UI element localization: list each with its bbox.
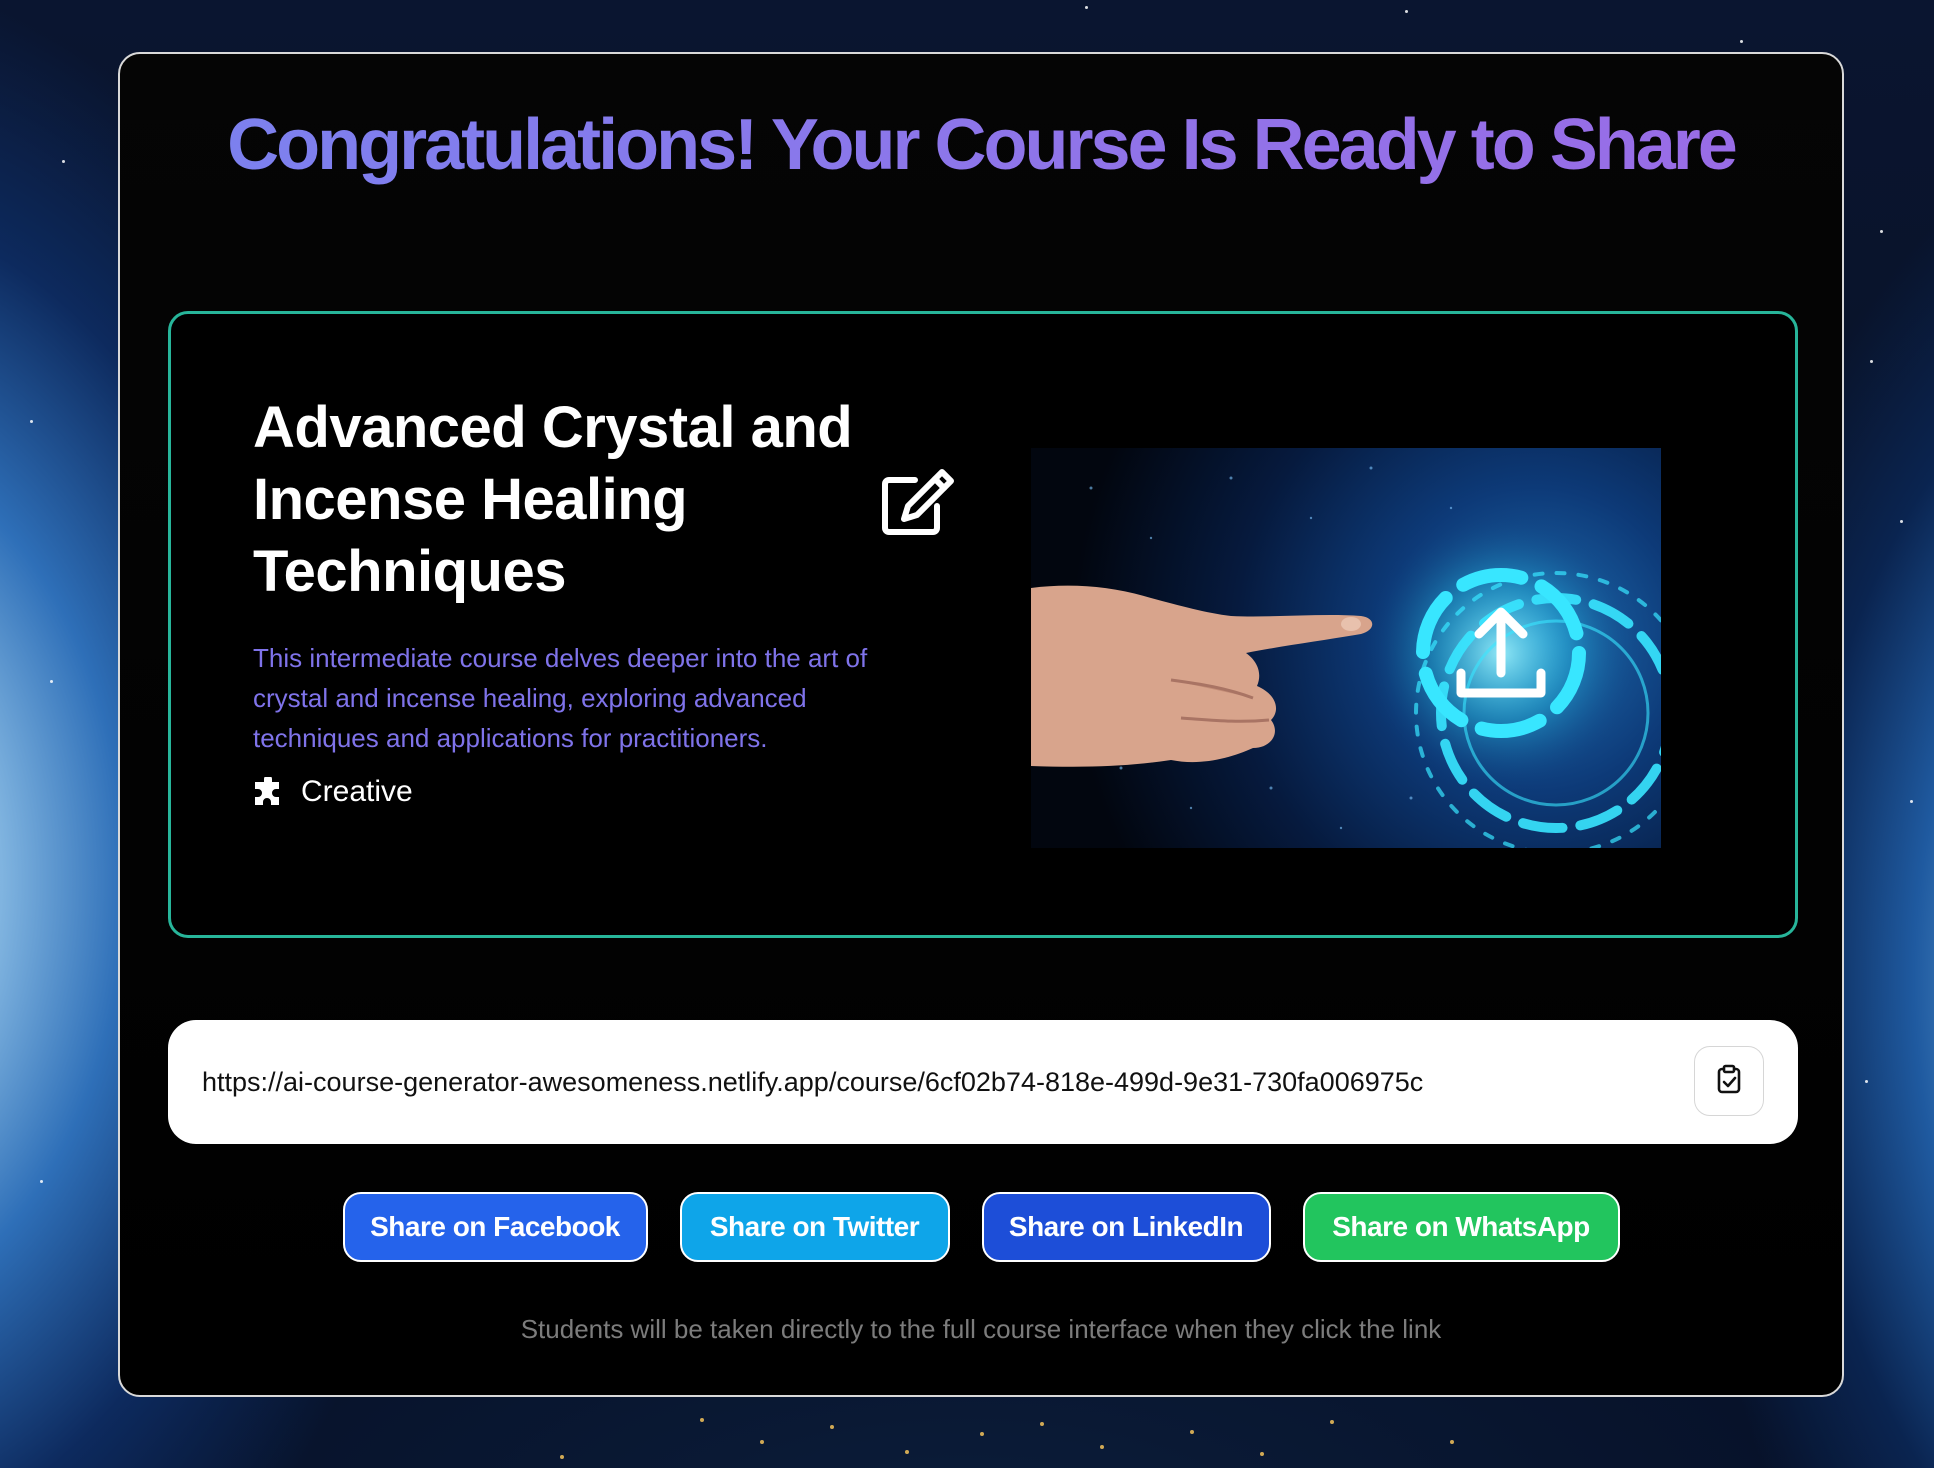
course-category: Creative	[253, 772, 413, 812]
course-thumbnail	[1031, 448, 1661, 848]
share-link-url[interactable]: https://ai-course-generator-awesomeness.…	[202, 1020, 1423, 1144]
puzzle-icon	[253, 775, 283, 807]
copy-link-button[interactable]	[1694, 1046, 1764, 1116]
course-card: Advanced Crystal and Incense Healing Tec…	[168, 311, 1798, 938]
clipboard-check-icon	[1714, 1064, 1744, 1099]
share-link-field[interactable]: https://ai-course-generator-awesomeness.…	[168, 1020, 1798, 1144]
category-label: Creative	[301, 775, 413, 808]
share-linkedin-button[interactable]: Share on LinkedIn	[981, 1192, 1271, 1262]
share-footnote: Students will be taken directly to the f…	[520, 1314, 1442, 1344]
course-description: This intermediate course delves deeper i…	[253, 643, 868, 753]
share-twitter-button[interactable]: Share on Twitter	[679, 1192, 950, 1262]
page-title: Congratulations! Your Course Is Ready to…	[120, 104, 1842, 186]
share-facebook-button[interactable]: Share on Facebook	[342, 1192, 648, 1262]
share-buttons: Share on Facebook Share on Twitter Share…	[120, 1192, 1842, 1262]
course-title: Advanced Crystal and Incense Healing Tec…	[253, 395, 853, 604]
share-course-modal: Congratulations! Your Course Is Ready to…	[118, 52, 1844, 1397]
edit-icon[interactable]	[879, 466, 957, 538]
share-whatsapp-button[interactable]: Share on WhatsApp	[1302, 1192, 1620, 1262]
